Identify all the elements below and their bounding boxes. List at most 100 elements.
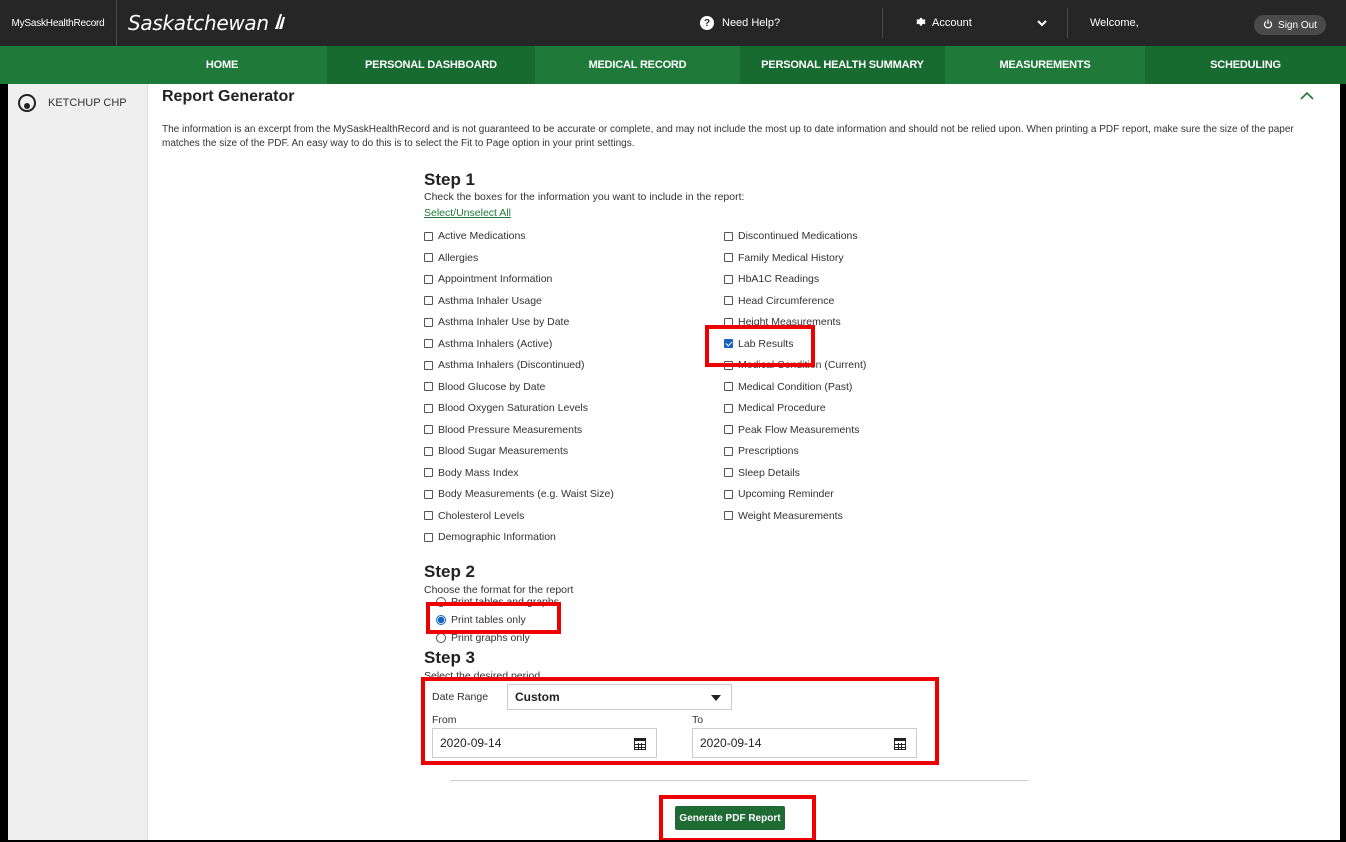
brand-link[interactable]: MySaskHealthRecord bbox=[0, 0, 117, 46]
checkbox[interactable] bbox=[424, 489, 433, 499]
nav-personal-dashboard[interactable]: PERSONAL DASHBOARD bbox=[327, 46, 535, 84]
checkbox-row[interactable]: Active Medications bbox=[424, 230, 526, 242]
checkbox-label: Body Measurements (e.g. Waist Size) bbox=[438, 488, 614, 500]
checkbox-row[interactable]: Blood Glucose by Date bbox=[424, 381, 545, 393]
checkbox[interactable] bbox=[724, 231, 733, 241]
checkbox-row[interactable]: Asthma Inhalers (Active) bbox=[424, 338, 552, 350]
checkbox-row[interactable]: Prescriptions bbox=[724, 445, 799, 457]
checkbox[interactable] bbox=[724, 446, 733, 456]
nav-home[interactable]: HOME bbox=[117, 46, 327, 84]
checkbox[interactable] bbox=[424, 317, 433, 327]
checkbox[interactable] bbox=[424, 511, 433, 520]
header-divider bbox=[882, 8, 883, 38]
checkbox[interactable] bbox=[424, 360, 433, 370]
checkbox-label: Body Mass Index bbox=[438, 466, 519, 479]
patient-name: KETCHUP CHP bbox=[48, 97, 127, 109]
nav-personal-health-summary[interactable]: PERSONAL HEALTH SUMMARY bbox=[740, 46, 945, 84]
checkbox-row[interactable]: Upcoming Reminder bbox=[724, 488, 834, 500]
checkbox-row[interactable]: Weight Measurements bbox=[724, 510, 843, 522]
province-text: Saskatchewan bbox=[128, 11, 269, 35]
checkbox-row[interactable]: Appointment Information bbox=[424, 273, 552, 285]
chevron-up-icon[interactable] bbox=[1300, 84, 1314, 105]
checkbox[interactable] bbox=[424, 253, 433, 262]
checkbox[interactable] bbox=[424, 382, 433, 391]
checkbox-row[interactable]: Blood Oxygen Saturation Levels bbox=[424, 402, 588, 414]
checkbox[interactable] bbox=[724, 403, 733, 413]
checkbox[interactable] bbox=[724, 511, 733, 520]
checkbox-label: Sleep Details bbox=[738, 466, 800, 479]
checkbox[interactable] bbox=[724, 489, 733, 499]
checkbox-row[interactable]: Discontinued Medications bbox=[724, 230, 858, 242]
checkbox-row[interactable]: Family Medical History bbox=[724, 252, 844, 264]
checkbox[interactable] bbox=[724, 425, 733, 434]
brand-text: MySaskHealthRecord bbox=[11, 17, 105, 29]
checkbox[interactable] bbox=[424, 296, 433, 305]
checkbox-label: Allergies bbox=[438, 251, 479, 264]
checkbox[interactable] bbox=[424, 339, 433, 348]
checkbox[interactable] bbox=[724, 253, 733, 262]
checkbox-label: Asthma Inhaler Use by Date bbox=[438, 316, 570, 328]
checkbox-row[interactable]: Cholesterol Levels bbox=[424, 510, 524, 522]
radio-button[interactable] bbox=[436, 633, 446, 643]
patient-selector[interactable]: KETCHUP CHP bbox=[18, 94, 127, 112]
checkbox-row[interactable]: Body Mass Index bbox=[424, 467, 519, 479]
checkbox-row[interactable]: Demographic Information bbox=[424, 531, 556, 543]
highlight-tables-only bbox=[426, 602, 561, 634]
nav-measurements[interactable]: MEASUREMENTS bbox=[945, 46, 1145, 84]
top-bar: MySaskHealthRecord Saskatchewan ? Need H… bbox=[0, 0, 1346, 46]
checkbox-row[interactable]: Asthma Inhaler Use by Date bbox=[424, 316, 569, 328]
checkbox-row[interactable]: Asthma Inhaler Usage bbox=[424, 295, 542, 307]
checkbox[interactable] bbox=[424, 403, 433, 413]
checkbox-label: Blood Glucose by Date bbox=[438, 380, 546, 393]
nav-medical-record[interactable]: MEDICAL RECORD bbox=[535, 46, 740, 84]
wheat-sheaf-icon bbox=[273, 12, 287, 34]
checkbox[interactable] bbox=[424, 274, 433, 284]
chevron-down-icon[interactable] bbox=[1037, 0, 1047, 46]
sidebar: KETCHUP CHP bbox=[8, 84, 148, 842]
checkbox-label: Cholesterol Levels bbox=[438, 509, 525, 522]
highlight-lab-results bbox=[705, 325, 815, 367]
checkbox-row[interactable]: Blood Pressure Measurements bbox=[424, 424, 582, 436]
nav-scheduling[interactable]: SCHEDULING bbox=[1145, 46, 1346, 84]
checkbox-label: Appointment Information bbox=[438, 273, 553, 285]
checkbox[interactable] bbox=[724, 382, 733, 391]
step2-instructions: Choose the format for the report bbox=[424, 584, 574, 596]
select-all-link[interactable]: Select/Unselect All bbox=[424, 207, 511, 219]
checkbox-label: Upcoming Reminder bbox=[738, 488, 834, 500]
highlight-generate-button bbox=[659, 795, 816, 842]
checkbox[interactable] bbox=[424, 468, 433, 477]
checkbox-label: Peak Flow Measurements bbox=[738, 423, 860, 436]
checkbox-row[interactable]: Medical Condition (Past) bbox=[724, 381, 852, 393]
checkbox-label: Blood Sugar Measurements bbox=[438, 445, 569, 457]
checkbox-row[interactable]: Sleep Details bbox=[724, 467, 800, 479]
checkbox-label: HbA1C Readings bbox=[738, 273, 820, 285]
checkbox-row[interactable]: Body Measurements (e.g. Waist Size) bbox=[424, 488, 614, 500]
checkbox-row[interactable]: Medical Procedure bbox=[724, 402, 826, 414]
checkbox-label: Head Circumference bbox=[738, 294, 835, 307]
need-help-link[interactable]: ? Need Help? bbox=[700, 0, 780, 46]
window-edge bbox=[0, 84, 8, 842]
checkbox[interactable] bbox=[724, 468, 733, 477]
checkbox-label: Asthma Inhalers (Discontinued) bbox=[438, 359, 585, 371]
report-generator-panel: Report Generator The information is an e… bbox=[148, 84, 1340, 842]
checkbox[interactable] bbox=[424, 446, 433, 456]
step3-heading: Step 3 bbox=[424, 648, 476, 667]
checkbox-row[interactable]: Asthma Inhalers (Discontinued) bbox=[424, 359, 584, 371]
sign-out-button[interactable]: Sign Out bbox=[1254, 15, 1326, 35]
checkbox-label: Active Medications bbox=[438, 230, 526, 242]
checkbox[interactable] bbox=[424, 425, 433, 434]
checkbox[interactable] bbox=[424, 231, 433, 241]
disclaimer-text: The information is an excerpt from the M… bbox=[162, 124, 1294, 149]
checkbox[interactable] bbox=[724, 274, 733, 284]
checkbox-row[interactable]: Peak Flow Measurements bbox=[724, 424, 859, 436]
checkbox-row[interactable]: Head Circumference bbox=[724, 295, 834, 307]
checkbox[interactable] bbox=[724, 296, 733, 305]
account-menu[interactable]: Account bbox=[915, 0, 972, 46]
checkbox-label: Discontinued Medications bbox=[738, 230, 858, 242]
province-logo[interactable]: Saskatchewan bbox=[128, 0, 287, 46]
checkbox[interactable] bbox=[424, 532, 433, 542]
page-title: Report Generator bbox=[162, 88, 295, 105]
checkbox-row[interactable]: Allergies bbox=[424, 252, 478, 264]
checkbox-row[interactable]: HbA1C Readings bbox=[724, 273, 819, 285]
checkbox-row[interactable]: Blood Sugar Measurements bbox=[424, 445, 568, 457]
